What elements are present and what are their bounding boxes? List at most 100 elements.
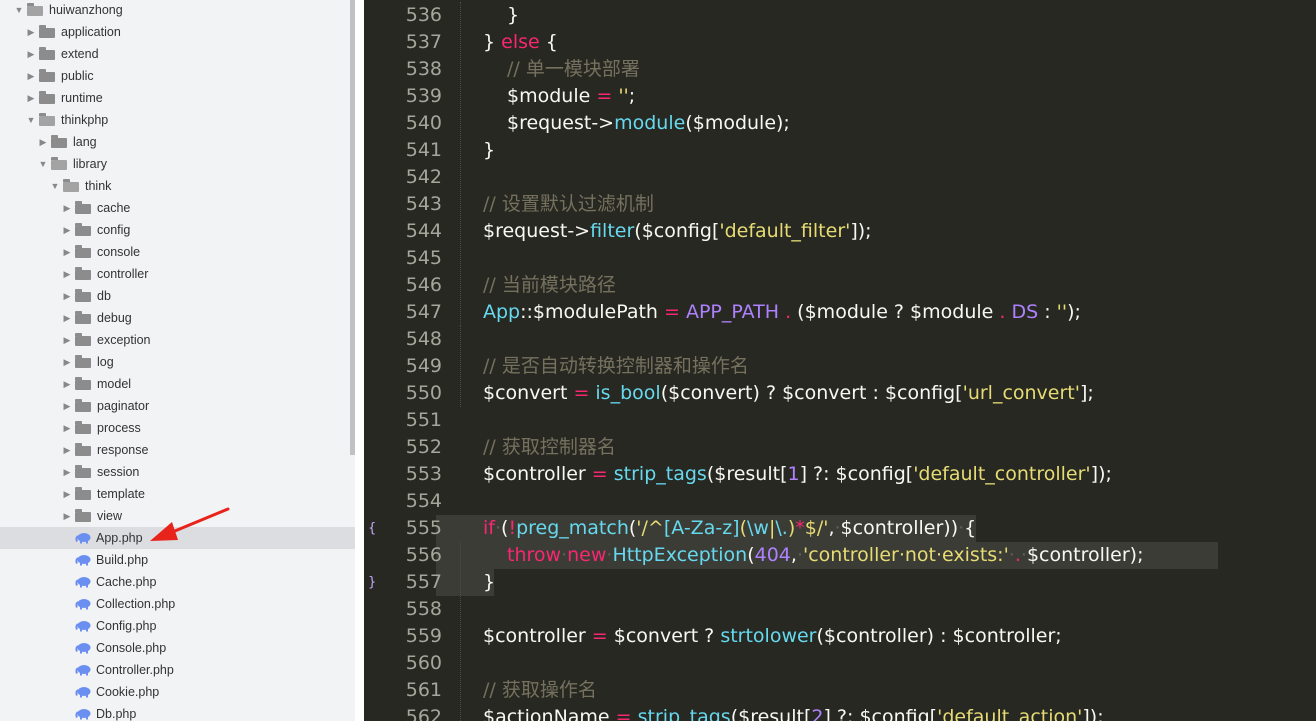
code-line[interactable]: 562 $actionName = strip_tags($result[2] ?… [364, 704, 1316, 721]
code-line[interactable]: 540 $request->module($module); [364, 110, 1316, 137]
code-line[interactable]: 549 // 是否自动转换控制器和操作名 [364, 353, 1316, 380]
code-text: // 当前模块路径 [483, 272, 616, 299]
code-text: } else { [483, 29, 558, 56]
code-token: preg_match [516, 517, 629, 539]
line-number: 552 [405, 436, 442, 458]
code-token: '/^ [636, 517, 664, 539]
line-number: 555 [405, 517, 442, 539]
code-line[interactable]: 539 $module = ''; [364, 83, 1316, 110]
line-number: 551 [405, 409, 442, 431]
code-text: } [483, 137, 495, 164]
code-line[interactable]: } 557} [364, 569, 1316, 596]
line-number: 560 [405, 652, 442, 674]
code-text: // 获取控制器名 [483, 434, 616, 461]
code-token: // 当前模块路径 [483, 274, 616, 296]
code-line[interactable]: 538 // 单一模块部署 [364, 56, 1316, 83]
line-number: 545 [405, 247, 442, 269]
code-text: // 设置默认过滤机制 [483, 191, 654, 218]
code-token: ($module ? $module [791, 301, 1000, 323]
code-token: : [1038, 301, 1057, 323]
code-text: $controller = $convert ? strtolower($con… [483, 623, 1062, 650]
code-token: else [501, 31, 540, 53]
code-text: $request->module($module); [507, 110, 790, 137]
code-token: } [483, 139, 496, 161]
line-number: 539 [405, 85, 442, 107]
code-line[interactable]: 536} [364, 2, 1316, 29]
code-line[interactable]: 550 $convert = is_bool($convert) ? $conve… [364, 380, 1316, 407]
code-token: { [539, 31, 558, 53]
code-token: ]); [1090, 463, 1112, 485]
code-token: ]; [1079, 382, 1094, 404]
code-editor[interactable]: 536} 537} else {538// 单一模块部署 539 $module = … [364, 0, 1316, 721]
code-line[interactable]: 541} [364, 137, 1316, 164]
line-number: 540 [405, 112, 442, 134]
code-token: = [591, 463, 608, 485]
code-token: $/' [804, 517, 829, 539]
code-token: ; [628, 85, 636, 107]
code-text: $actionName = strip_tags($result[2] ?: $… [483, 704, 1104, 721]
code-token: 2 [811, 706, 824, 721]
code-token: new [567, 544, 607, 566]
code-line[interactable]: 560 [364, 650, 1316, 677]
line-number: 554 [405, 490, 442, 512]
code-line[interactable]: 558 [364, 596, 1316, 623]
code-token: 'default_controller' [913, 463, 1091, 485]
code-token: 'default_action' [937, 706, 1083, 721]
code-token: = [615, 706, 632, 721]
code-token: // 是否自动转换控制器和操作名 [483, 355, 749, 377]
code-text: $controller = strip_tags($result[1] ?: $… [483, 461, 1112, 488]
line-number: 547 [405, 301, 442, 323]
code-token: 404 [754, 544, 791, 566]
line-number: 537 [405, 31, 442, 53]
code-line[interactable]: 545 [364, 245, 1316, 272]
code-token: strip_tags [613, 463, 707, 485]
code-token: ($controller) : $controller; [816, 625, 1062, 647]
line-number: 561 [405, 679, 442, 701]
code-token: // 单一模块部署 [507, 58, 640, 80]
code-line[interactable]: 546 // 当前模块路径 [364, 272, 1316, 299]
code-line[interactable]: 559 $controller = $convert ? strtolower($… [364, 623, 1316, 650]
code-line[interactable]: 537 } else { [364, 29, 1316, 56]
code-token: [A-Za-z] [663, 517, 740, 539]
code-token: } [507, 4, 520, 26]
code-token: ( [739, 517, 747, 539]
code-token: $controller [483, 463, 592, 485]
code-line[interactable]: 543 // 设置默认过滤机制 [364, 191, 1316, 218]
code-line[interactable]: 551 [364, 407, 1316, 434]
line-number: 550 [405, 382, 442, 404]
code-token: HttpException [612, 544, 748, 566]
code-text: // 获取操作名 [483, 677, 597, 704]
code-token: ( [747, 544, 755, 566]
code-token: // 获取操作名 [483, 679, 597, 701]
code-token: 1 [787, 463, 800, 485]
code-line[interactable]: {555 if·(!preg_match('/^[A-Za-z](\w|\.)*$… [364, 515, 1316, 542]
code-token: = [596, 85, 613, 107]
code-line[interactable]: 548 [364, 326, 1316, 353]
code-line[interactable]: 542 [364, 164, 1316, 191]
code-line[interactable]: 554 [364, 488, 1316, 515]
code-token: if [483, 517, 495, 539]
line-number: 541 [405, 139, 442, 161]
code-line[interactable]: 544 $request->filter($config['default_fil… [364, 218, 1316, 245]
code-token: ! [508, 517, 517, 539]
code-token: $convert [483, 382, 574, 404]
code-line[interactable]: 552 // 获取控制器名 [364, 434, 1316, 461]
code-token: ($module); [685, 112, 790, 134]
code-token: 'controller·not·exists:' [802, 544, 1009, 566]
line-number: 544 [405, 220, 442, 242]
code-text: } [483, 569, 495, 596]
code-line[interactable]: 561 // 获取操作名 [364, 677, 1316, 704]
code-text: $module = ''; [507, 83, 635, 110]
code-token: ($result[ [730, 706, 812, 721]
code-token: ); [1067, 301, 1081, 323]
code-line[interactable]: 547 App::$modulePath = APP_PATH . ($modul… [364, 299, 1316, 326]
code-token: ::$modulePath [520, 301, 664, 323]
code-token: $actionName [483, 706, 616, 721]
code-line[interactable]: 556 throw·new·HttpException(404,·'control… [364, 542, 1316, 569]
code-line[interactable]: 553 $controller = strip_tags($result[1] ?… [364, 461, 1316, 488]
code-token: strtolower [720, 625, 817, 647]
code-token: \. [775, 517, 788, 539]
code-token: App [483, 301, 521, 323]
code-token: $controller)) [840, 517, 959, 539]
code-token: * [795, 517, 805, 539]
